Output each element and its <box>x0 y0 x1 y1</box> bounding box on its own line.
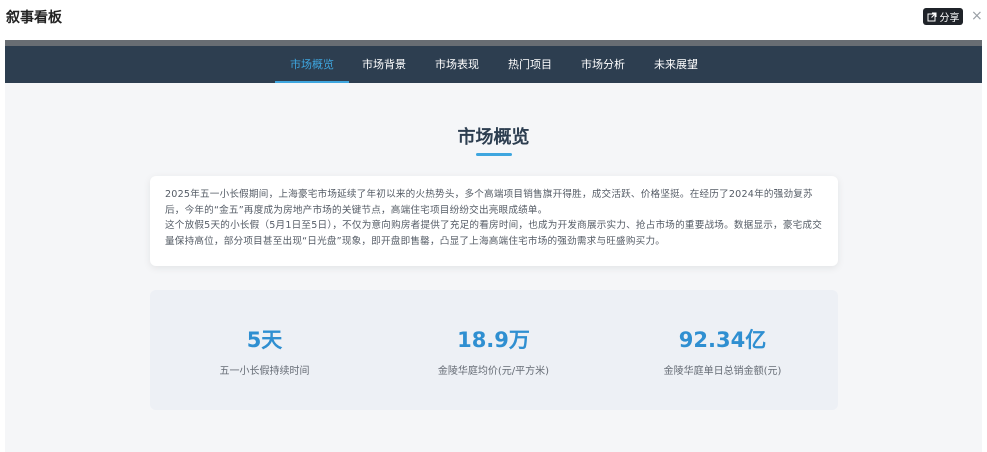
nav-tab-market-performance[interactable]: 市场表现 <box>426 46 488 83</box>
top-bar: 叙事看板 分享 × <box>0 0 987 34</box>
nav-tab-label: 市场表现 <box>435 58 479 71</box>
stat-card: 18.9万 金陵华庭均价(元/平方米) <box>379 290 608 410</box>
intro-card: 2025年五一小长假期间，上海豪宅市场延续了年初以来的火热势头，多个高端项目销售… <box>150 176 838 266</box>
nav-tab-label: 市场概览 <box>290 58 334 71</box>
app-title: 叙事看板 <box>6 10 62 26</box>
nav-tab-market-background[interactable]: 市场背景 <box>353 46 415 83</box>
nav-tab-label: 热门项目 <box>508 58 552 71</box>
stats-panel: 5天 五一小长假持续时间 18.9万 金陵华庭均价(元/平方米) 92.34亿 … <box>150 290 838 410</box>
section-title: 市场概览 <box>457 127 530 148</box>
close-icon[interactable]: × <box>971 7 983 25</box>
share-button[interactable]: 分享 <box>923 8 963 25</box>
stat-card: 5天 五一小长假持续时间 <box>150 290 379 410</box>
stat-value: 5天 <box>246 328 283 352</box>
nav-tab-label: 市场分析 <box>581 58 625 71</box>
stat-card: 92.34亿 金陵华庭单日总销金额(元) <box>608 290 837 410</box>
nav-tab-market-analysis[interactable]: 市场分析 <box>572 46 634 83</box>
intro-paragraph: 2025年五一小长假期间，上海豪宅市场延续了年初以来的火热势头，多个高端项目销售… <box>165 189 813 216</box>
active-tab-underline <box>275 81 349 83</box>
stat-label: 金陵华庭单日总销金额(元) <box>663 366 782 377</box>
nav-bar: 市场概览 市场背景 市场表现 热门项目 市场分析 未来展望 <box>5 46 982 83</box>
nav-tab-hot-projects[interactable]: 热门项目 <box>499 46 561 83</box>
nav-tab-market-overview[interactable]: 市场概览 <box>275 46 349 83</box>
nav-tab-future-outlook[interactable]: 未来展望 <box>645 46 707 83</box>
stat-value: 18.9万 <box>457 328 530 352</box>
external-link-icon <box>927 12 936 21</box>
dashboard-frame: 市场概览 市场背景 市场表现 热门项目 市场分析 未来展望 市场概览 2025年… <box>5 40 982 452</box>
stat-label: 五一小长假持续时间 <box>219 366 310 377</box>
nav-tab-label: 未来展望 <box>654 58 698 71</box>
title-underline <box>476 153 512 156</box>
stat-value: 92.34亿 <box>678 328 767 352</box>
nav-tab-label: 市场背景 <box>362 58 406 71</box>
stat-label: 金陵华庭均价(元/平方米) <box>437 366 550 377</box>
share-label: 分享 <box>939 13 960 24</box>
intro-paragraph: 这个放假5天的小长假（5月1日至5日），不仅为意向购房者提供了充足的看房时间，也… <box>165 220 823 247</box>
